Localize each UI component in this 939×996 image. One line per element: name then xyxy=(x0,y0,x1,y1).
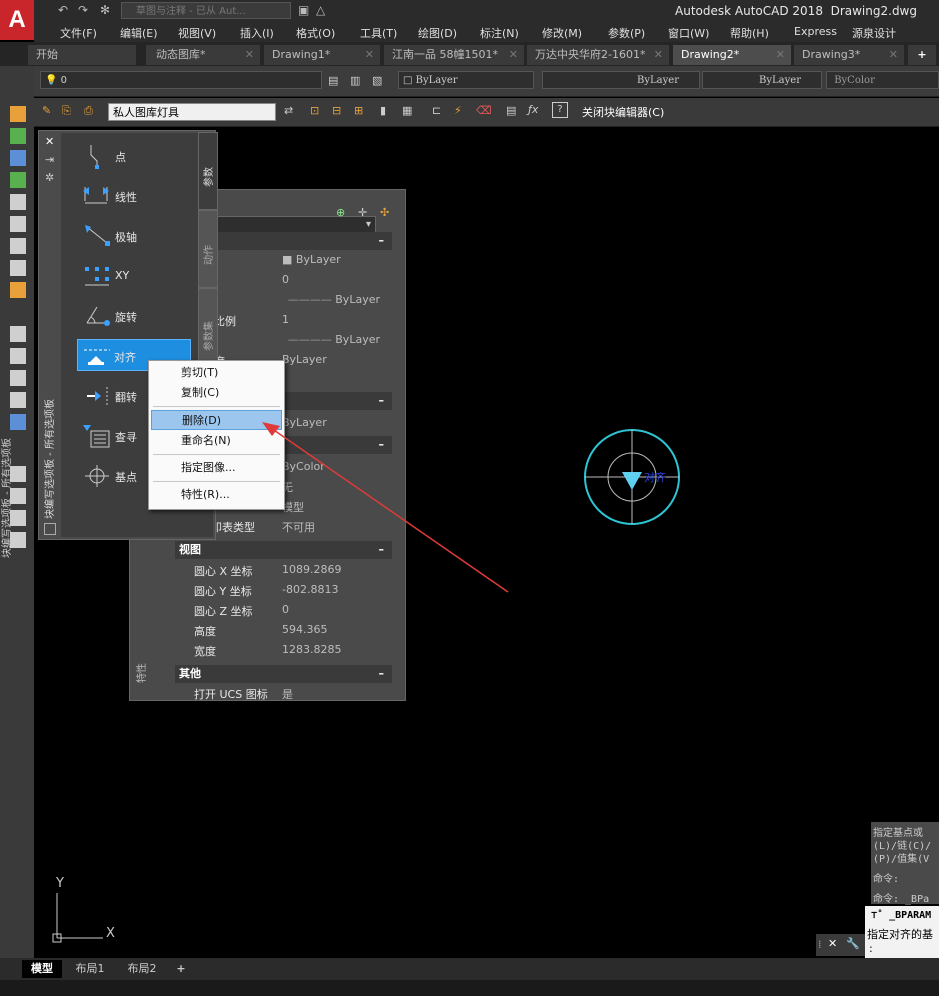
ucs-y-label: Y xyxy=(55,876,64,891)
command-history: 指定基点或 (L)/链(C)/ (P)/值集(V 命令: 命令: _BPa xyxy=(871,822,939,905)
drag-handle-icon[interactable]: ⁞ xyxy=(818,938,822,951)
align-param-label: 对齐 xyxy=(644,470,666,484)
tab-layout2[interactable]: 布局2 xyxy=(118,960,166,978)
history-line: (P)/值集(V xyxy=(873,854,930,865)
command-line[interactable]: ⊤˚ _BPARAM 指定对齐的基 : xyxy=(865,906,939,958)
align-grip-triangle-icon[interactable] xyxy=(622,472,642,490)
layout-tabs: 模型 布局1 布局2 + xyxy=(0,958,939,980)
current-command: ⊤˚ _BPARAM xyxy=(871,910,931,921)
annotation-arrow xyxy=(262,422,509,593)
add-layout-button[interactable]: + xyxy=(172,960,190,978)
ucs-x-label: X xyxy=(106,926,115,941)
command-toolbar: ⁞ ✕ 🔧 xyxy=(816,934,866,956)
tab-layout1[interactable]: 布局1 xyxy=(66,960,114,978)
wrench-icon[interactable]: 🔧 xyxy=(846,937,860,950)
command-prompt: 指定对齐的基 xyxy=(867,928,933,941)
command-prompt-icon: ⊤˚ xyxy=(871,910,890,921)
history-line: 命令: xyxy=(873,874,900,885)
command-prompt-colon: : xyxy=(869,942,873,955)
drawing-canvas[interactable]: 对齐 Y X xyxy=(0,0,939,996)
close-icon[interactable]: ✕ xyxy=(828,937,837,950)
ucs-icon: Y X xyxy=(52,876,115,943)
status-bar xyxy=(0,980,939,996)
tab-model[interactable]: 模型 xyxy=(22,960,62,978)
history-line: 命令: _BPa xyxy=(873,894,930,905)
current-command-text: _BPARAM xyxy=(889,910,932,921)
